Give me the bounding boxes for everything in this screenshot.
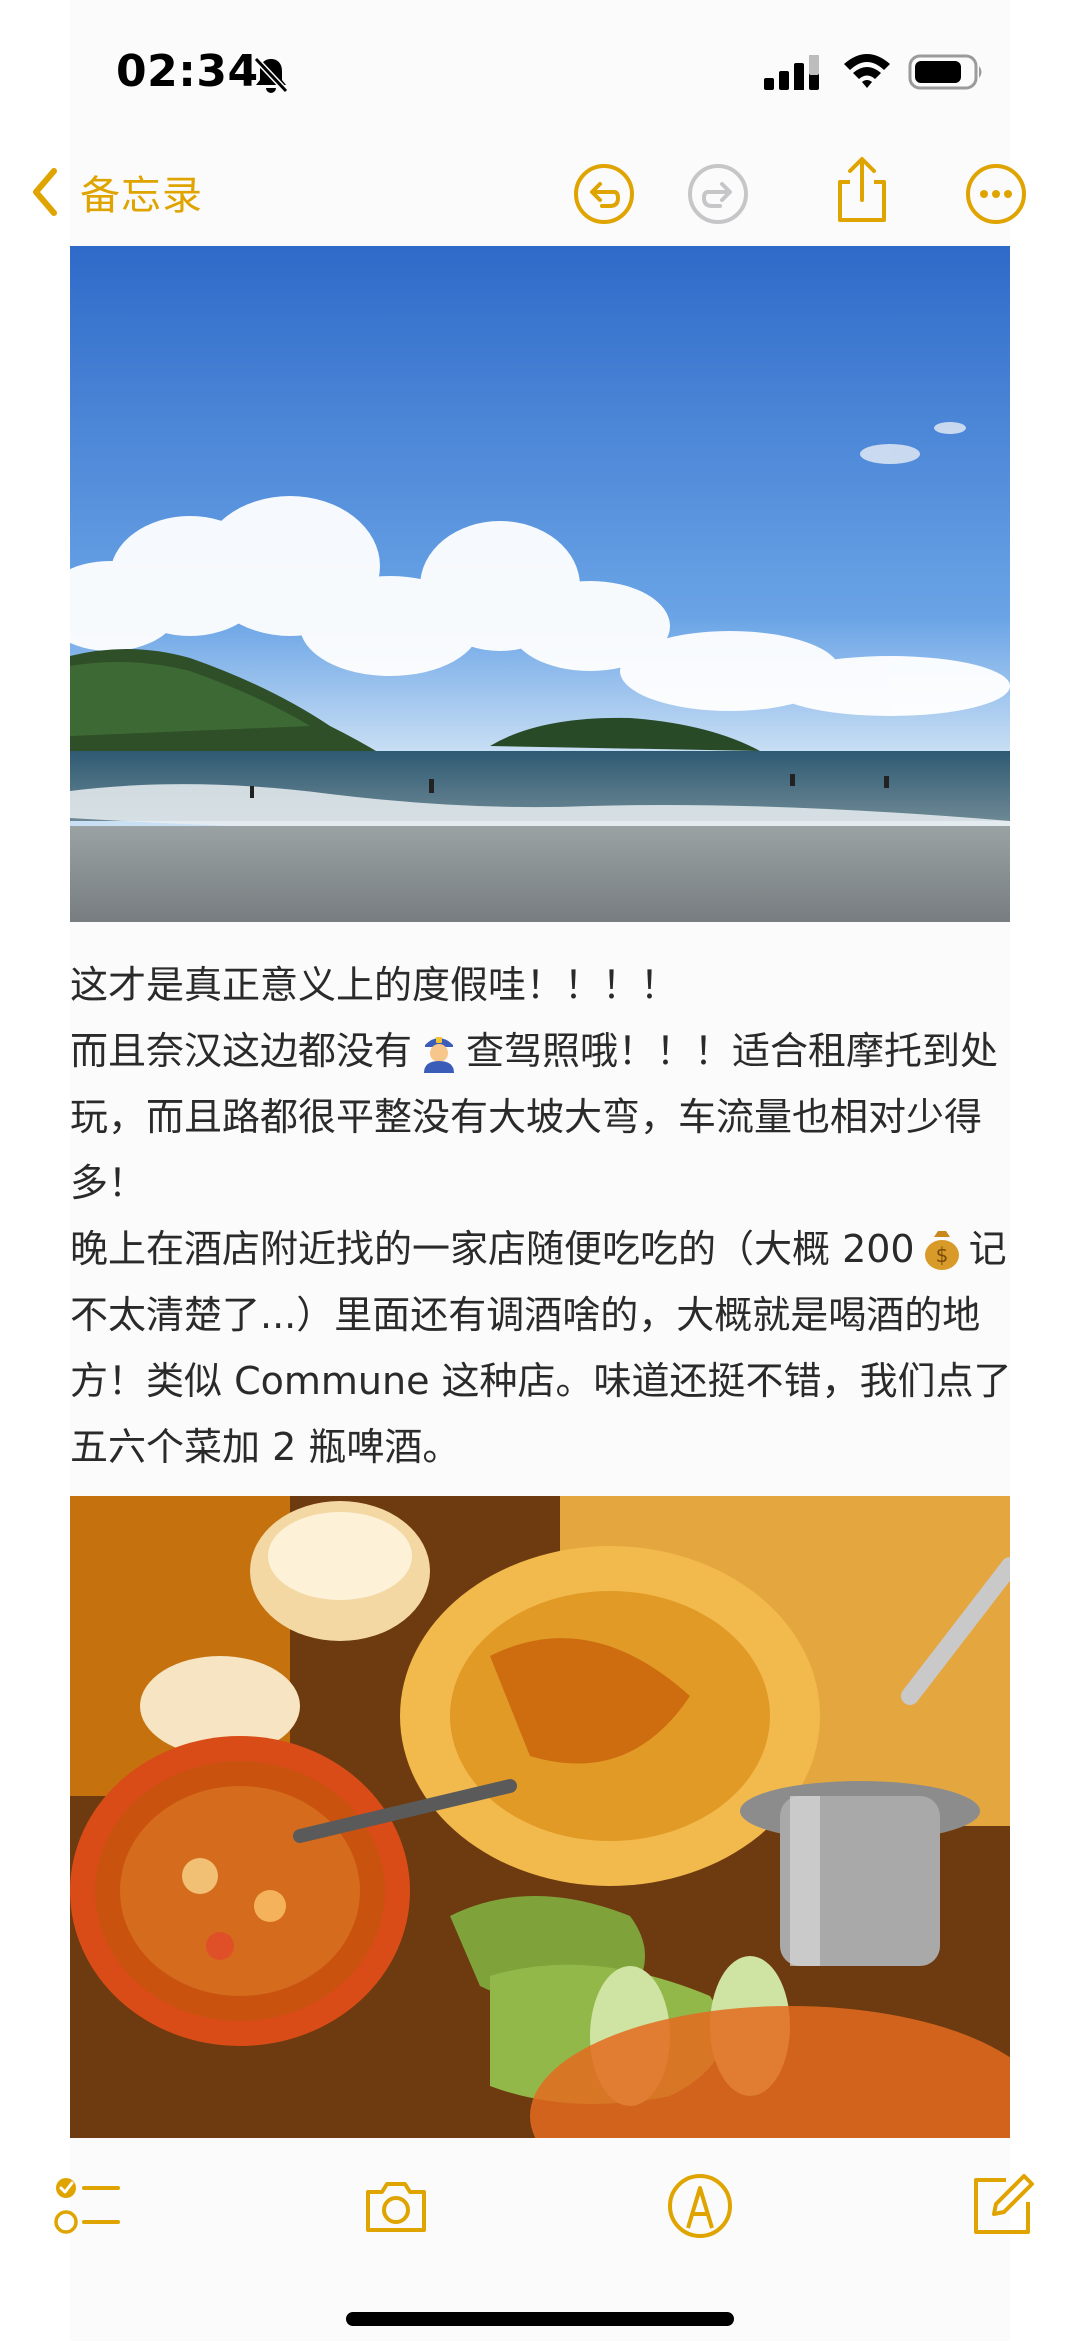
more-icon[interactable]: [964, 162, 1028, 226]
back-button[interactable]: 备忘录: [30, 162, 203, 222]
back-label: 备忘录: [80, 173, 203, 219]
note-body[interactable]: 这才是真正意义上的度假哇！！！！ 而且奈汉这边都没有 查驾照哦！！！适合租摩托到…: [70, 952, 1020, 1480]
status-time: 02:34: [116, 46, 259, 97]
redo-icon[interactable]: [686, 162, 750, 226]
paragraph-3-start: 晚上在酒店附近找的一家店随便吃吃的（大概 200: [70, 1227, 915, 1271]
money-bag-emoji: $: [924, 1231, 959, 1270]
chevron-left-icon: [33, 168, 57, 216]
photo-beach[interactable]: [70, 246, 1010, 922]
share-icon[interactable]: [830, 156, 894, 224]
undo-icon[interactable]: [572, 162, 636, 226]
wifi-icon: [844, 54, 890, 88]
markup-icon[interactable]: [664, 2170, 736, 2242]
bell-slash-icon: [253, 56, 289, 94]
paragraph-3: 晚上在酒店附近找的一家店随便吃吃的（大概 200 $ 记不太清楚了...）里面还…: [70, 1216, 1020, 1480]
svg-text:$: $: [935, 1243, 948, 1267]
status-bar: 02:34: [0, 0, 1080, 150]
home-indicator[interactable]: [346, 2312, 734, 2326]
nav-bar: 备忘录: [0, 150, 1080, 240]
bottom-toolbar: [0, 2170, 1080, 2270]
paragraph-1: 这才是真正意义上的度假哇！！！！: [70, 963, 679, 1007]
battery-icon: [908, 54, 982, 90]
compose-icon[interactable]: [966, 2170, 1038, 2242]
paragraph-2: 而且奈汉这边都没有 查驾照哦！！！适合租摩托到处玩，而且路都很平整没有大坡大弯，…: [70, 1018, 1020, 1216]
checklist-icon[interactable]: [52, 2170, 124, 2242]
paragraph-2-start: 而且奈汉这边都没有: [70, 1029, 413, 1073]
cellular-signal-icon: [764, 55, 819, 90]
camera-icon[interactable]: [360, 2170, 432, 2242]
police-officer-emoji: [424, 1037, 455, 1073]
photo-food[interactable]: [70, 1496, 1010, 2138]
